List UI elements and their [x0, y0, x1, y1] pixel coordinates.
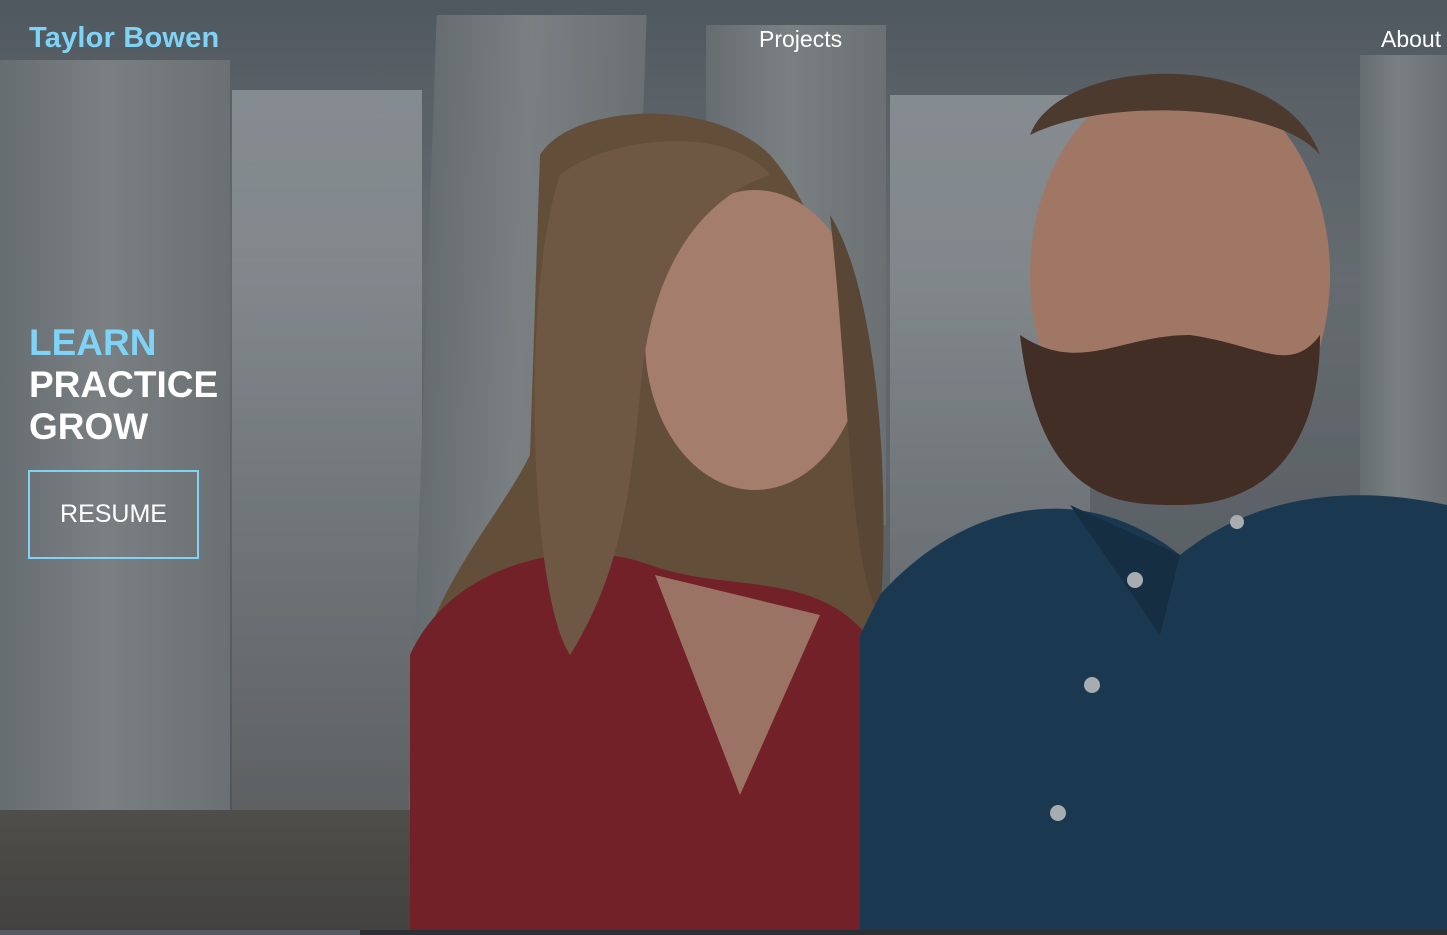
background-photo: [0, 0, 1447, 930]
scrollbar-thumb[interactable]: [0, 930, 360, 935]
hero-slogan: LEARN PRACTICE GROW: [29, 322, 218, 448]
slogan-learn: LEARN: [29, 322, 157, 363]
nav-link-about[interactable]: About: [1381, 26, 1441, 53]
horizontal-scrollbar[interactable]: [0, 930, 1447, 935]
slogan-grow: GROW: [29, 406, 149, 447]
slogan-practice: PRACTICE: [29, 364, 219, 405]
hero-section: Taylor Bowen Projects About LEARN PRACTI…: [0, 0, 1447, 930]
nav-link-projects[interactable]: Projects: [759, 26, 842, 53]
brand-logo[interactable]: Taylor Bowen: [29, 22, 219, 55]
resume-button[interactable]: RESUME: [28, 470, 199, 559]
